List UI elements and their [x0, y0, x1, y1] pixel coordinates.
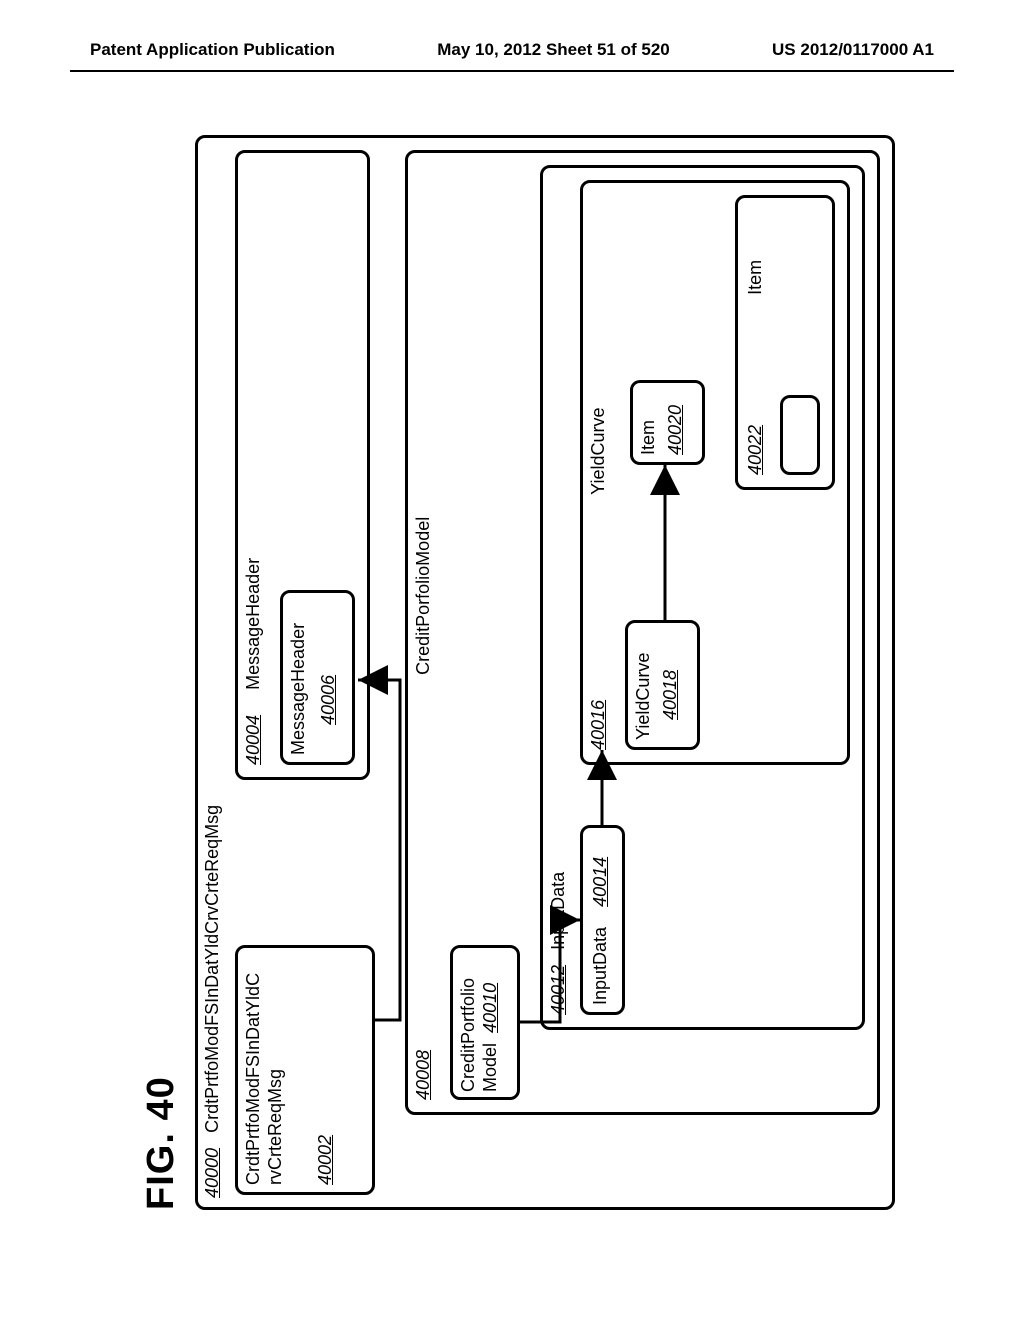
- page-header: Patent Application Publication May 10, 2…: [0, 0, 1024, 70]
- msg-header-name: MessageHeader: [288, 623, 309, 755]
- input-data-row: InputData 40014: [590, 857, 611, 1005]
- msg-header-id: 40006: [318, 675, 339, 725]
- item2-slot: [780, 395, 820, 475]
- outer-id: 40000 CrdtPrtfoModFSInDatYldCrvCrteReqMs…: [202, 805, 223, 1198]
- credit-portfolio-name1: CreditPortfolio: [458, 978, 479, 1092]
- input-data-group-label: 40012 InputData: [548, 872, 569, 1015]
- header-center: May 10, 2012 Sheet 51 of 520: [437, 40, 669, 60]
- header-rule: [70, 70, 954, 72]
- figure: FIG. 40 40000 CrdtPrtfoModFSInDatYldCrvC…: [140, 130, 900, 1210]
- yield-curve-id: 40018: [660, 670, 681, 720]
- yield-curve-name: YieldCurve: [633, 653, 654, 740]
- root-msg-id: 40002: [315, 1135, 336, 1185]
- item1-name: Item: [638, 420, 659, 455]
- credit-portfolio-group-label: 40008 CreditPorfolioModel: [413, 517, 434, 1100]
- msg-header-group-label: 40004 MessageHeader: [243, 558, 264, 765]
- item1-id: 40020: [665, 405, 686, 455]
- item2-label: 40022 Item: [745, 260, 766, 475]
- root-msg-name2: rvCrteReqMsg: [265, 1069, 286, 1185]
- credit-portfolio-name2-row: Model 40010: [480, 983, 501, 1092]
- header-left: Patent Application Publication: [90, 40, 335, 60]
- header-right: US 2012/0117000 A1: [772, 40, 934, 60]
- figure-rotated-container: FIG. 40 40000 CrdtPrtfoModFSInDatYldCrvC…: [0, 290, 1024, 1050]
- figure-title: FIG. 40: [140, 1076, 183, 1210]
- root-msg-name1: CrdtPrtfoModFSInDatYldC: [243, 973, 264, 1185]
- yield-curve-group-label: 40016 YieldCurve: [588, 408, 609, 750]
